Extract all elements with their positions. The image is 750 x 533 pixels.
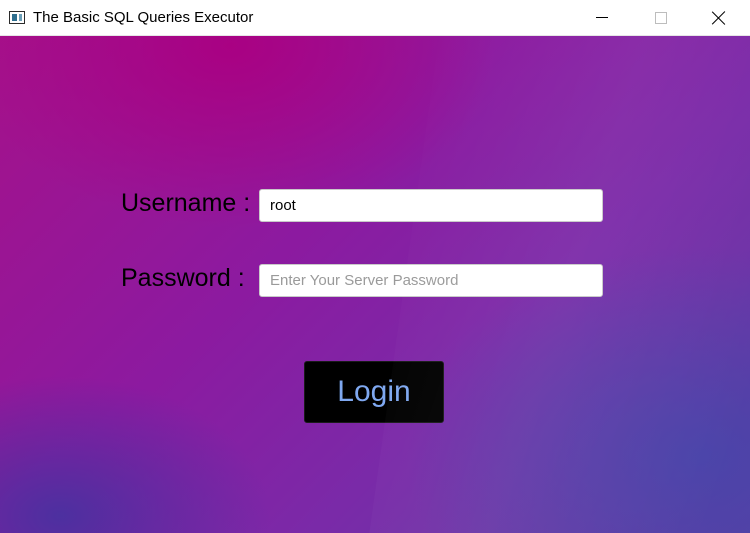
login-button[interactable]: Login (304, 361, 444, 423)
username-label: Username : (121, 189, 251, 217)
maximize-button[interactable] (631, 0, 689, 36)
window-title: The Basic SQL Queries Executor (33, 9, 254, 26)
login-panel: Username : Password : Login (0, 36, 750, 533)
password-field[interactable] (259, 264, 603, 297)
maximize-icon (655, 12, 667, 24)
close-button[interactable] (689, 0, 750, 36)
app-window-icon (9, 11, 25, 24)
app-window: The Basic SQL Queries Executor Username … (0, 0, 750, 533)
username-field[interactable] (259, 189, 603, 222)
title-bar[interactable]: The Basic SQL Queries Executor (0, 0, 750, 36)
close-icon (712, 11, 726, 25)
password-label: Password : (121, 264, 245, 292)
minimize-button[interactable] (573, 0, 631, 36)
minimize-icon (596, 17, 608, 18)
